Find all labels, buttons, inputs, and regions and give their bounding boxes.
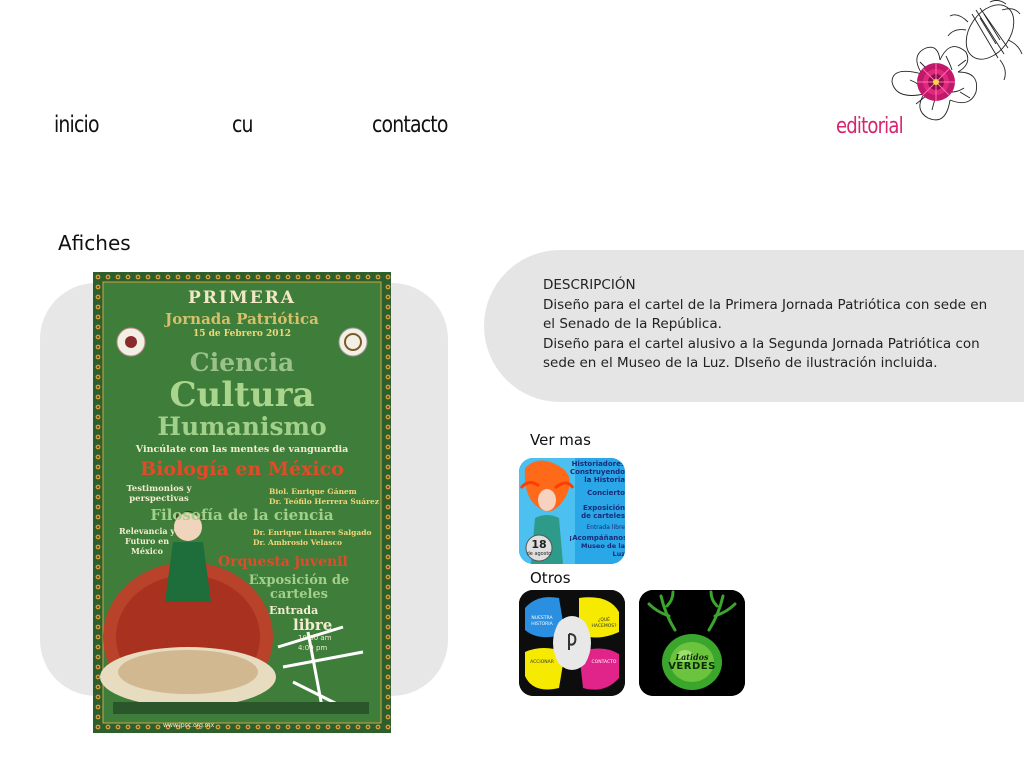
thumb-line: la Historia	[584, 476, 625, 484]
thumb-date-number: 18	[531, 538, 547, 551]
thumb-line: Construyendo	[570, 468, 625, 476]
poster-topic4: Exposición de carteles	[248, 573, 350, 602]
otros-thumbnail-2-art	[639, 590, 745, 696]
poster-line1: Ciencia	[189, 348, 295, 377]
thumb-line: Historiadores	[571, 460, 625, 468]
poster-talk1-left: Testimonios y perspectivas	[126, 484, 192, 504]
poster-talk1-right2: Dr. Teófilo Herrera Suárez	[269, 497, 380, 506]
poster-time1: 10:00 am	[298, 634, 332, 642]
poster-topic3: Orquesta juvenil	[218, 554, 348, 570]
thumb-line: de carteles	[581, 512, 625, 520]
poster-talk2-left: Relevancia y Futuro en México	[118, 526, 176, 556]
otros-label: Otros	[530, 569, 571, 587]
otros-thumbnail-1-art	[519, 590, 625, 696]
thumb-line: Museo de la Luz	[580, 542, 625, 558]
poster-talk1-right1: Biol. Enrique Gánem	[269, 487, 357, 496]
thumb-line: Concierto	[587, 489, 625, 497]
thumb-line: Entrada libre	[586, 524, 625, 531]
poster-image[interactable]: PRIMERA Jornada Patriótica 15 de Febrero…	[93, 272, 391, 733]
poster-time2: 4:00 pm	[298, 644, 328, 652]
poster-talk2-right1: Dr. Enrique Linares Salgado	[253, 528, 372, 537]
poster-heading: PRIMERA	[188, 288, 296, 308]
quad-contacto: CONTACTO	[591, 660, 617, 665]
nav-inicio-link[interactable]: inicio	[54, 112, 99, 138]
nav-contacto-link[interactable]: contacto	[372, 112, 448, 138]
description-text: DESCRIPCIÓN Diseño para el cartel de la …	[543, 276, 993, 374]
description-line: sede en el Museo de la Luz. DIseño de il…	[543, 355, 938, 371]
latidos-line2: VERDES	[668, 661, 716, 672]
poster-date: 15 de Febrero 2012	[192, 329, 292, 339]
description-heading: DESCRIPCIÓN	[543, 277, 636, 293]
quad-que-hacemos: ¿QUÉ HACEMOS?	[591, 618, 617, 629]
ver-mas-thumbnail[interactable]: Historiadores Construyendo la Historia C…	[519, 458, 625, 564]
scarab-flower-logo	[891, 0, 1023, 121]
thumb-line: Exposición	[582, 504, 625, 512]
otros-thumbnail-2[interactable]: Latidos VERDES	[639, 590, 745, 696]
ver-mas-label: Ver mas	[530, 431, 591, 449]
poster-tagline: Vincúlate con las mentes de vanguardia	[135, 444, 349, 455]
quad-nuestra-historia: NUESTRA HISTORIA	[531, 616, 553, 627]
description-line: el Senado de la República.	[543, 316, 722, 332]
poster-libre: libre	[293, 616, 333, 634]
description-line: Diseño para el cartel de la Primera Jorn…	[543, 296, 988, 313]
poster-subheading: Jornada Patriótica	[165, 310, 319, 328]
poster-topic2: Filosofía de la ciencia	[150, 506, 334, 524]
poster-line2: Cultura	[169, 375, 315, 415]
section-title: Afiches	[58, 231, 131, 255]
description-line: Diseño para el cartel alusivo a la Segun…	[543, 335, 980, 352]
thumb-date-text: de agosto	[526, 551, 552, 557]
nav-cu-link[interactable]: cu	[232, 112, 254, 138]
poster-line3: Humanismo	[157, 412, 327, 441]
poster-topic1: Biología en México	[140, 458, 344, 480]
poster-footer: www.jpcc.org.mx	[163, 722, 215, 729]
quad-accionar: ACCIONAR	[530, 660, 554, 665]
poster-talk2-right2: Dr. Ambrosio Velasco	[253, 538, 343, 547]
otros-thumbnail-1[interactable]: NUESTRA HISTORIA ¿QUÉ HACEMOS? ACCIONAR …	[519, 590, 625, 696]
thumb-line: ¡Acompáñanos!	[569, 534, 625, 542]
